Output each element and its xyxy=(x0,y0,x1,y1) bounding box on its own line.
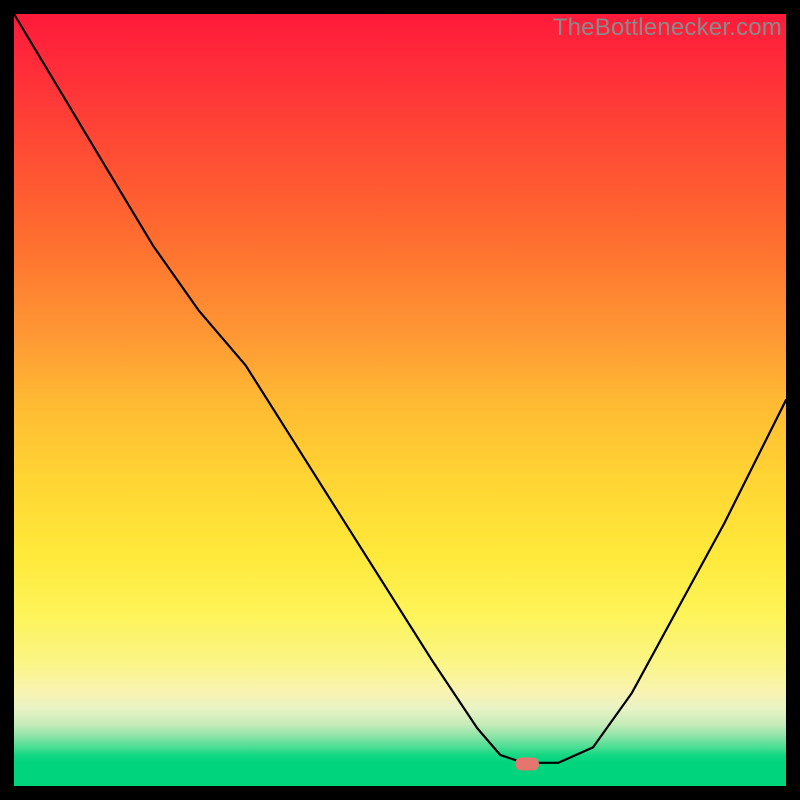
bottleneck-curve xyxy=(14,14,786,763)
optimal-marker xyxy=(515,758,539,771)
plot-area xyxy=(14,14,786,786)
watermark-label: TheBottlenecker.com xyxy=(553,14,782,42)
chart-frame xyxy=(14,14,786,786)
curve-layer xyxy=(14,14,786,786)
